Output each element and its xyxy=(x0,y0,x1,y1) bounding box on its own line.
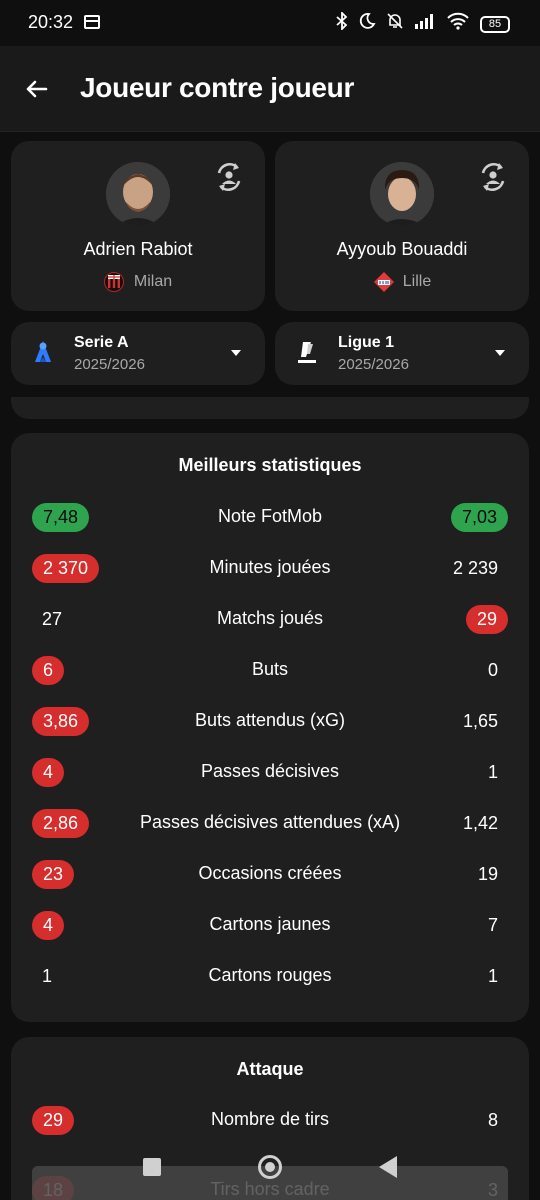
stat-label: Occasions créées xyxy=(198,863,342,883)
back-arrow-icon[interactable] xyxy=(22,74,52,104)
stat-value-right: 7 xyxy=(487,915,498,935)
moon-icon xyxy=(358,12,376,36)
stat-row: 29 Nombre de tirs 8 xyxy=(11,1100,529,1140)
stat-label: Cartons jaunes xyxy=(209,914,331,934)
stat-row: 2 370 Minutes jouées 2 239 xyxy=(11,548,529,588)
stat-row: 23 Occasions créées 19 xyxy=(11,854,529,894)
chevron-down-icon xyxy=(231,350,241,356)
league-name: Ligue 1 xyxy=(338,334,395,351)
player-card-left[interactable]: Adrien Rabiot Milan xyxy=(11,141,265,311)
club-name: Lille xyxy=(402,273,432,290)
status-bar: 20:32 85 xyxy=(0,0,540,46)
ligue-1-logo xyxy=(295,340,319,366)
player-card-right[interactable]: Ayyoub Bouaddi Lille xyxy=(275,141,529,311)
stat-row: 2,86 Passes décisives attendues (xA) 1,42 xyxy=(11,803,529,843)
stat-value-right: 29 xyxy=(465,605,508,634)
stat-value-right: 19 xyxy=(477,864,498,884)
stat-value-right: 7,03 xyxy=(450,503,508,532)
stat-value-left: 4 xyxy=(32,758,65,787)
league-selector-left[interactable]: Serie A 2025/2026 xyxy=(11,322,265,385)
lille-crest-icon xyxy=(373,271,394,293)
stat-label: Buts attendus (xG) xyxy=(194,710,346,730)
stat-value-right: 1,65 xyxy=(462,711,498,731)
milan-crest-icon xyxy=(103,271,124,293)
player-name: Ayyoub Bouaddi xyxy=(336,239,468,259)
stat-value-left: 4 xyxy=(32,911,65,940)
wifi-icon xyxy=(446,12,470,36)
collapsed-card xyxy=(11,397,529,419)
stat-row: 4 Passes décisives 1 xyxy=(11,752,529,792)
club-row: Lille xyxy=(275,271,529,293)
stat-row: 3,86 Buts attendus (xG) 1,65 xyxy=(11,701,529,741)
section-title: Meilleurs statistiques xyxy=(178,455,362,475)
bluetooth-icon xyxy=(336,10,348,36)
league-name: Serie A xyxy=(74,334,129,351)
stat-label: Minutes jouées xyxy=(209,557,331,577)
stat-value-left: 23 xyxy=(32,860,75,889)
stat-value-right: 1 xyxy=(487,762,498,782)
stat-value-right: 8 xyxy=(487,1110,498,1130)
league-season: 2025/2026 xyxy=(338,356,409,373)
league-season: 2025/2026 xyxy=(74,356,145,373)
status-icons: 85 xyxy=(336,10,510,36)
stat-row: 7,48 Note FotMob 7,03 xyxy=(11,497,529,537)
app-header: Joueur contre joueur xyxy=(0,46,540,132)
battery-icon: 85 xyxy=(480,15,510,33)
stat-value-left: 27 xyxy=(42,609,63,629)
bell-off-icon xyxy=(386,12,404,36)
stat-value-left: 29 xyxy=(32,1106,75,1135)
club-row: Milan xyxy=(11,271,265,293)
system-nav-bar xyxy=(32,1155,508,1200)
stat-value-left: 1 xyxy=(42,966,53,986)
stat-row: 1 Cartons rouges 1 xyxy=(11,956,529,996)
stat-value-left: 3,86 xyxy=(32,707,90,736)
stat-label: Passes décisives xyxy=(200,761,340,781)
notification-app-icon xyxy=(84,15,100,29)
stat-value-left: 7,48 xyxy=(32,503,90,532)
back-triangle-icon[interactable] xyxy=(379,1156,397,1178)
stat-value-left: 2 370 xyxy=(32,554,100,583)
league-selector-right[interactable]: Ligue 1 2025/2026 xyxy=(275,322,529,385)
page-title: Joueur contre joueur xyxy=(80,72,355,103)
swap-player-icon[interactable] xyxy=(211,159,247,195)
stat-value-right: 0 xyxy=(487,660,498,680)
recent-apps-icon[interactable] xyxy=(143,1158,161,1176)
stat-label: Note FotMob xyxy=(217,506,323,526)
stat-value-left: 2,86 xyxy=(32,809,90,838)
stat-label: Buts xyxy=(251,659,289,679)
best-stats-section: Meilleurs statistiques 7,48 Note FotMob 7,… xyxy=(11,433,529,1022)
stat-label: Nombre de tirs xyxy=(210,1109,330,1129)
player-avatar xyxy=(106,162,170,226)
stat-value-right: 1 xyxy=(487,966,498,986)
club-name: Milan xyxy=(133,273,173,290)
serie-a-logo xyxy=(31,340,55,366)
stat-row: 27 Matchs joués 29 xyxy=(11,599,529,639)
chevron-down-icon xyxy=(495,350,505,356)
stat-label: Cartons rouges xyxy=(208,965,332,985)
stat-value-right: 2 239 xyxy=(452,558,498,578)
player-name: Adrien Rabiot xyxy=(83,239,193,259)
stat-row: 6 Buts 0 xyxy=(11,650,529,690)
swap-player-icon[interactable] xyxy=(475,159,511,195)
section-title: Attaque xyxy=(236,1059,304,1079)
stat-value-right: 1,42 xyxy=(462,813,498,833)
stat-label: Passes décisives attendues (xA) xyxy=(139,812,401,832)
stat-row: 4 Cartons jaunes 7 xyxy=(11,905,529,945)
home-icon[interactable] xyxy=(258,1155,282,1179)
stat-label: Matchs joués xyxy=(216,608,324,628)
player-avatar xyxy=(370,162,434,226)
status-time: 20:32 xyxy=(28,12,74,32)
stat-value-left: 6 xyxy=(32,656,65,685)
signal-icon xyxy=(414,13,436,35)
